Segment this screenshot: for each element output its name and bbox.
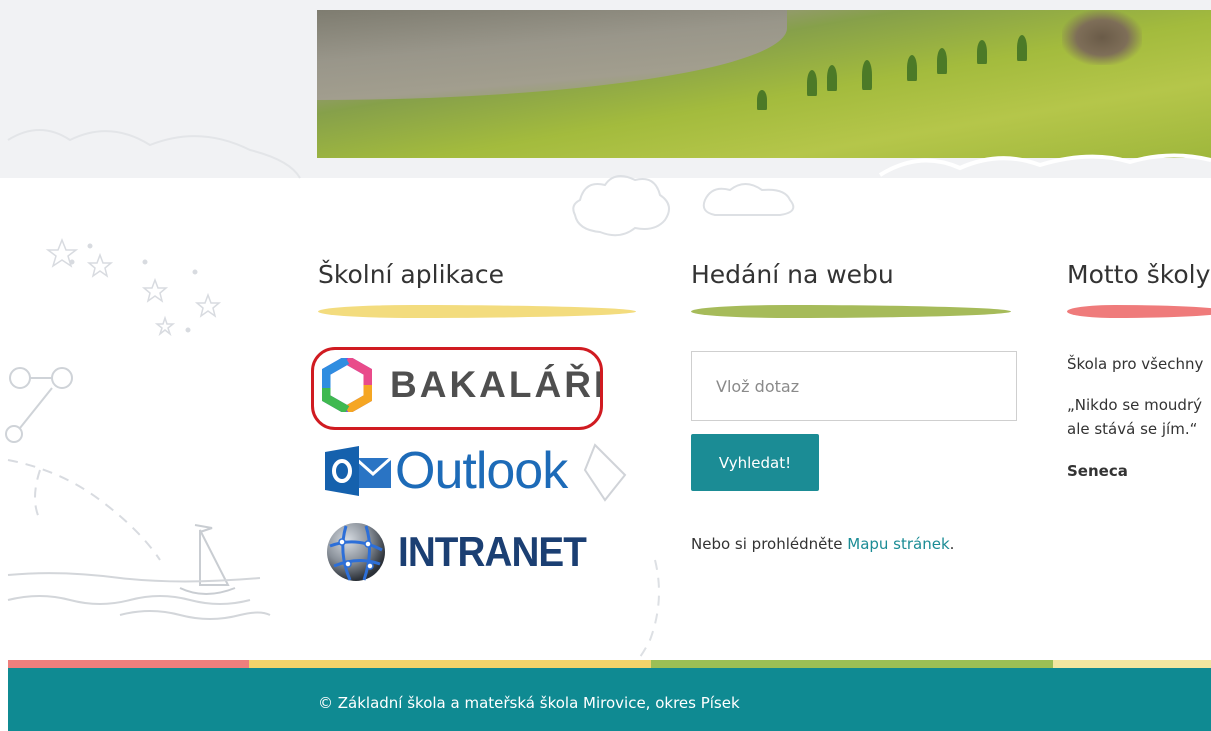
search-button[interactable]: Vyhledat! [691,434,819,491]
motto-quote-line-1: „Nikdo se moudrý [1067,396,1202,414]
globe-icon [324,520,388,584]
motto-line-1: Škola pro všechny [1067,355,1204,373]
motto-quote-line-2: ale stává se jím.“ [1067,420,1198,438]
outlook-label: Outlook [395,442,568,500]
sitemap-prefix: Nebo si prohlédněte [691,535,848,553]
outlook-envelope-icon [325,444,393,498]
motto-author: Seneca [1067,462,1128,480]
sitemap-suffix: . [949,535,955,553]
search-section-title: Hedání na webu [691,260,894,289]
bakalari-highlight-ring [311,347,603,430]
footer-color-stripes [8,660,1211,668]
sitemap-link[interactable]: Mapu stránek [847,535,949,553]
intranet-label: INTRANET [398,528,587,575]
outlook-link[interactable]: Outlook [325,441,568,501]
motto-title-underline [1067,305,1211,318]
apps-section-title: Školní aplikace [318,260,504,289]
site-footer: © Základní škola a mateřská škola Mirovi… [8,668,1211,731]
intranet-link[interactable]: INTRANET [324,520,602,584]
footer-copyright: © Základní škola a mateřská škola Mirovi… [318,694,740,712]
search-input[interactable] [691,351,1017,421]
motto-section-title: Motto školy [1067,260,1211,289]
sitemap-text: Nebo si prohlédněte Mapu stránek. [691,535,954,553]
